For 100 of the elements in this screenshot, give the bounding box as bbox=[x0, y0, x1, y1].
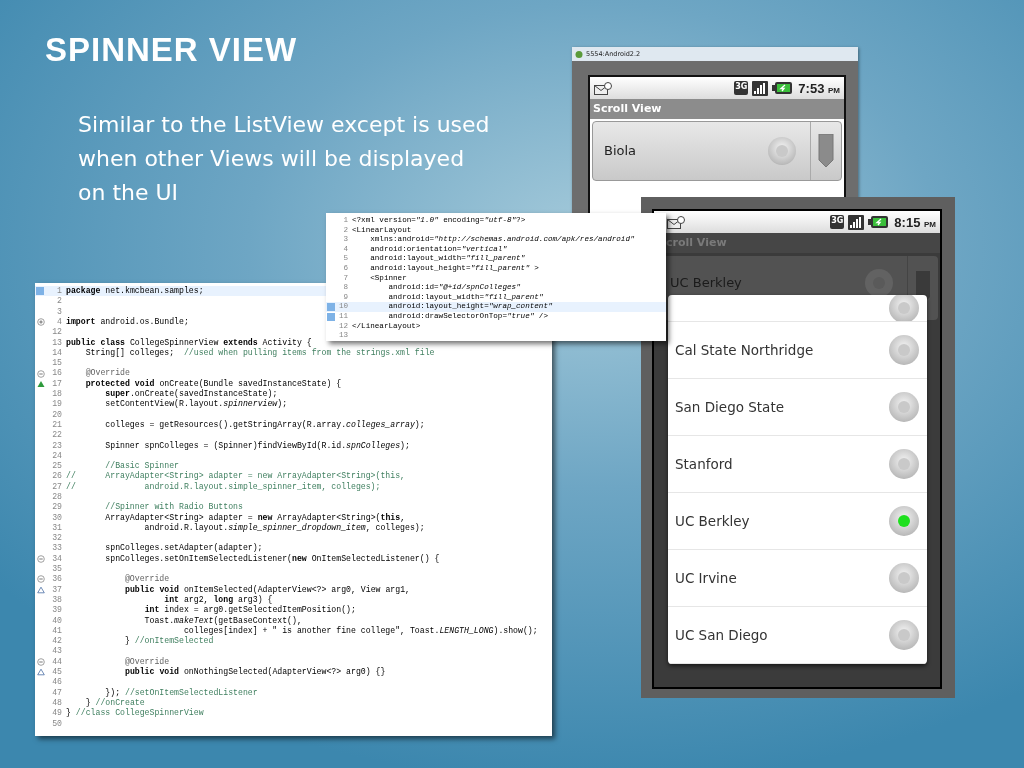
code-line: @Override bbox=[123, 657, 170, 666]
network-badge: 3G bbox=[830, 215, 845, 229]
code-line: spnColleges.setAdapter(adapter); bbox=[104, 544, 263, 553]
line-number: 28 bbox=[51, 493, 63, 502]
spinner[interactable]: Biola bbox=[592, 121, 842, 181]
line-number: 12 bbox=[51, 328, 63, 337]
radio-button[interactable] bbox=[889, 335, 919, 365]
line-number: 20 bbox=[51, 410, 63, 419]
line-number: 35 bbox=[51, 565, 63, 574]
line-number: 19 bbox=[51, 400, 63, 409]
android-icon bbox=[575, 50, 583, 58]
line-number: 26 bbox=[51, 472, 63, 481]
triangle-icon bbox=[37, 379, 45, 388]
line-number: 24 bbox=[51, 451, 63, 460]
list-item[interactable]: UC Berkley bbox=[668, 493, 927, 550]
line-number: 36 bbox=[51, 575, 63, 584]
code-line: public void onNothingSelected(AdapterView<?> arg0) {} bbox=[123, 668, 386, 677]
line-number: 33 bbox=[51, 544, 63, 553]
code-line: } //onCreate bbox=[84, 698, 145, 708]
line-number: 32 bbox=[51, 534, 63, 543]
code-line: int arg2, long arg3) { bbox=[163, 595, 273, 605]
code-line: package net.kmcbean.samples; bbox=[66, 287, 204, 296]
code-line: }); //setOnItemSelectedListener bbox=[104, 688, 258, 697]
line-number: 43 bbox=[51, 647, 63, 656]
line-number: 27 bbox=[51, 482, 63, 491]
battery-icon bbox=[772, 82, 793, 94]
radio-button[interactable] bbox=[889, 506, 919, 536]
list-item[interactable]: San Diego State bbox=[668, 379, 927, 436]
line-number: 4 bbox=[56, 317, 63, 327]
radio-button[interactable] bbox=[889, 620, 919, 650]
code-line: colleges = getResources().getStringArray(R.array.colleges_array); bbox=[104, 420, 425, 430]
list-item[interactable]: Stanford bbox=[668, 436, 927, 493]
line-number: 44 bbox=[51, 657, 63, 666]
list-item[interactable]: UC Irvine bbox=[668, 550, 927, 607]
status-time: 7:53 PM bbox=[798, 81, 840, 95]
code-line: public class CollegeSpinnerView extends Activity { bbox=[66, 338, 312, 347]
code-line: super.onCreate(savedInstanceState); bbox=[104, 390, 278, 399]
code-line: String[] colleges; //used when pulling items from the strings.xml file bbox=[84, 348, 435, 358]
line-number: 1 bbox=[56, 287, 63, 296]
line-number: 18 bbox=[51, 390, 63, 399]
code-line: Spinner spnColleges = (Spinner)findViewById(R.id.spnColleges); bbox=[104, 441, 410, 450]
code-line: } //class CollegeSpinnerView bbox=[66, 709, 204, 718]
line-number: 48 bbox=[51, 698, 63, 708]
line-number: 49 bbox=[51, 709, 63, 718]
line-number: 45 bbox=[51, 668, 63, 677]
line-number: 50 bbox=[51, 719, 63, 728]
code-line: Toast.makeText(getBaseContext(), bbox=[143, 616, 302, 625]
line-number: 34 bbox=[51, 554, 63, 563]
line-number: 23 bbox=[51, 441, 63, 450]
code-line: //Basic Spinner bbox=[104, 462, 179, 471]
code-line: //Spinner with Radio Buttons bbox=[104, 503, 243, 512]
list-item[interactable]: UC San Diego bbox=[668, 607, 927, 664]
line-number: 38 bbox=[51, 595, 63, 605]
code-line: @Override bbox=[123, 575, 170, 584]
line-number: 42 bbox=[51, 637, 63, 646]
line-number: 46 bbox=[51, 678, 63, 687]
app-title: Scroll View bbox=[590, 99, 844, 119]
list-item[interactable] bbox=[668, 295, 927, 322]
body-text: when other Views will be displayed bbox=[78, 145, 466, 173]
line-number: 21 bbox=[51, 420, 63, 430]
code-line: colleges[index] + " is another fine college", Toast.LENGTH_LONG).show(); bbox=[182, 626, 538, 636]
line-number: 3 bbox=[56, 307, 63, 316]
line-number: 41 bbox=[51, 626, 63, 636]
code-line: @Override bbox=[84, 369, 130, 378]
body-text: on the UI bbox=[78, 179, 180, 207]
code-line: // android.R.layout.simple_spinner_item, colleges); bbox=[66, 482, 381, 491]
code-line: } //onItemSelected bbox=[123, 637, 214, 646]
line-number: 2 bbox=[56, 297, 63, 306]
code-line: protected void onCreate(Bundle savedInstanceState) { bbox=[84, 379, 342, 388]
line-number: 13 bbox=[51, 338, 63, 347]
line-number: 25 bbox=[51, 462, 63, 471]
line-number: 47 bbox=[51, 688, 63, 697]
line-number: 15 bbox=[51, 359, 63, 368]
code-line: setContentView(R.layout.spinnerview); bbox=[104, 400, 288, 409]
list-item[interactable]: Cal State Northridge bbox=[668, 322, 927, 379]
signal-icon bbox=[752, 80, 769, 96]
line-number: 14 bbox=[51, 348, 63, 358]
line-number: 31 bbox=[51, 523, 63, 533]
battery-icon bbox=[868, 216, 889, 228]
radio-button[interactable] bbox=[889, 449, 919, 479]
line-number: 39 bbox=[51, 606, 63, 615]
code-line: int index = arg0.getSelectedItemPosition(); bbox=[143, 606, 356, 615]
dropdown-arrow-icon bbox=[817, 134, 835, 168]
slide-title: SPINNER VIEW bbox=[45, 30, 298, 70]
radio-button[interactable] bbox=[889, 563, 919, 593]
code-line: import android.os.Bundle; bbox=[66, 317, 189, 327]
body-text: Similar to the ListView except is used bbox=[78, 111, 490, 139]
code-line: android.R.layout.simple_spinner_dropdown_item, colleges); bbox=[143, 523, 425, 533]
network-badge: 3G bbox=[734, 81, 749, 95]
signal-icon bbox=[848, 214, 865, 230]
line-number: 17 bbox=[51, 379, 63, 388]
line-number: 37 bbox=[51, 585, 63, 594]
code-line: spnColleges.setOnItemSelectedListener(new OnItemSelectedListener() { bbox=[104, 554, 440, 563]
code-line: ArrayAdapter<String> adapter = new ArrayAdapter<String>(this, bbox=[104, 513, 406, 522]
line-number: 16 bbox=[51, 369, 63, 378]
line-number: 30 bbox=[51, 513, 63, 522]
radio-button[interactable] bbox=[889, 392, 919, 422]
code-line: // ArrayAdapter<String> adapter = new ArrayAdapter<String>(this, bbox=[66, 472, 406, 481]
line-number: 29 bbox=[51, 503, 63, 512]
status-time: 8:15 PM bbox=[894, 215, 936, 229]
